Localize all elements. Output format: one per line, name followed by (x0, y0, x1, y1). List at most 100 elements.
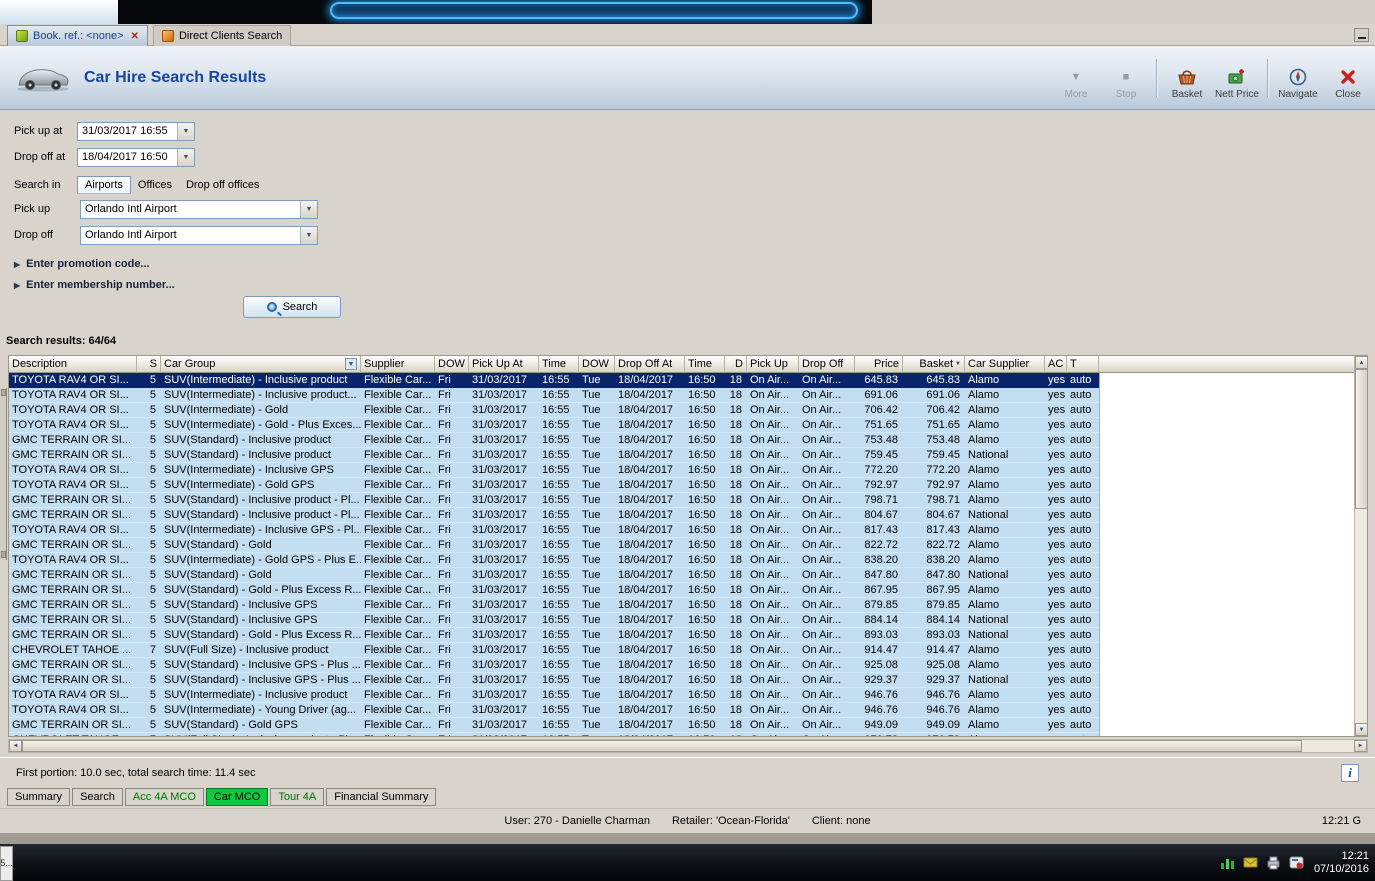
column-header-ac[interactable]: AC (1045, 356, 1067, 373)
background-scrollbar-bottom-nub[interactable] (1, 551, 6, 558)
basket-button[interactable]: Basket (1162, 52, 1212, 104)
table-row[interactable]: GMC TERRAIN OR SI... 5 SUV(Standard) - Inc… (9, 673, 1355, 688)
nett-price-button[interactable]: Nett Price (1212, 52, 1262, 104)
scroll-down-icon[interactable]: ▼ (1355, 723, 1368, 736)
tray-printer-icon[interactable] (1266, 855, 1281, 870)
column-header-dropoff_loc[interactable]: Drop Off (799, 356, 855, 373)
taskbar-left-button[interactable]: 5... (0, 845, 13, 881)
vertical-scrollbar[interactable]: ▲ ▼ (1354, 356, 1368, 736)
table-row[interactable]: TOYOTA RAV4 OR SI... 5 SUV(Intermediate) -… (9, 418, 1355, 433)
table-row[interactable]: GMC TERRAIN OR SI... 5 SUV(Standard) - Inc… (9, 433, 1355, 448)
table-row[interactable]: TOYOTA RAV4 OR SI... 5 SUV(Intermediate) -… (9, 403, 1355, 418)
minimize-icon (1357, 37, 1366, 39)
table-row[interactable]: GMC TERRAIN OR SI... 5 SUV(Standard) - Inc… (9, 448, 1355, 463)
column-header-car_group[interactable]: Car Group ▼ (161, 356, 361, 373)
table-row[interactable]: GMC TERRAIN OR SI... 5 SUV(Standard) - Gol… (9, 628, 1355, 643)
tab-tour-4a[interactable]: Tour 4A (270, 788, 325, 806)
tab-close-icon[interactable]: ✕ (131, 31, 139, 42)
table-row[interactable]: TOYOTA RAV4 OR SI... 5 SUV(Intermediate) -… (9, 463, 1355, 478)
scroll-left-icon[interactable]: ◄ (9, 740, 22, 752)
dropdown-arrow-icon[interactable]: ▼ (177, 122, 194, 140)
table-row[interactable]: GMC TERRAIN OR SI... 5 SUV(Standard) - Inc… (9, 598, 1355, 613)
dropoff-at-combo[interactable]: 18/04/2017 16:50 ▼ (77, 147, 195, 167)
navigate-button[interactable]: Navigate (1273, 52, 1323, 104)
vertical-scroll-thumb[interactable] (1355, 369, 1368, 509)
tab-acc-4a-mco[interactable]: Acc 4A MCO (124, 788, 204, 806)
table-row[interactable]: TOYOTA RAV4 OR SI... 5 SUV(Intermediate) -… (9, 703, 1355, 718)
tray-input-icon[interactable] (1289, 855, 1304, 870)
background-scrollbar-top-nub[interactable] (1, 389, 6, 396)
cell-s: 5 (137, 478, 161, 493)
table-row[interactable]: GMC TERRAIN OR SI... 5 SUV(Standard) - Inc… (9, 658, 1355, 673)
tab-financial-summary[interactable]: Financial Summary (326, 788, 437, 806)
table-row[interactable]: TOYOTA RAV4 OR SI... 5 SUV(Intermediate) -… (9, 373, 1355, 388)
search-button[interactable]: Search (243, 296, 341, 318)
table-row[interactable]: TOYOTA RAV4 OR SI... 5 SUV(Intermediate) -… (9, 688, 1355, 703)
row-filler (1099, 658, 1355, 673)
table-row[interactable]: GMC TERRAIN OR SI... 5 SUV(Standard) - Gol… (9, 538, 1355, 553)
table-row[interactable]: TOYOTA RAV4 OR SI... 5 SUV(Intermediate) -… (9, 553, 1355, 568)
cell-supplier: Flexible Car... (361, 373, 435, 388)
horizontal-scroll-thumb[interactable] (22, 740, 1302, 752)
column-header-basket[interactable]: Basket ▼ (903, 356, 965, 373)
column-header-car_supplier[interactable]: Car Supplier (965, 356, 1045, 373)
scroll-right-icon[interactable]: ► (1354, 740, 1367, 752)
pickup-at-combo[interactable]: 31/03/2017 16:55 ▼ (77, 121, 195, 141)
table-row[interactable]: GMC TERRAIN OR SI... 5 SUV(Standard) - Inc… (9, 613, 1355, 628)
tab-search[interactable]: Search (72, 788, 123, 806)
filter-icon[interactable]: ▼ (345, 358, 357, 370)
column-header-price[interactable]: Price (855, 356, 903, 373)
table-row[interactable]: GMC TERRAIN OR SI... 5 SUV(Standard) - Gol… (9, 568, 1355, 583)
info-button[interactable]: i (1341, 763, 1359, 782)
tab-summary[interactable]: Summary (7, 788, 71, 806)
tab-car-mco[interactable]: Car MCO (205, 788, 269, 806)
table-row[interactable]: CHEVROLET TAHOE ...7SUV(Full Size) - Inc… (9, 733, 1355, 736)
taskbar-clock[interactable]: 12:21 07/10/2016 (1314, 850, 1369, 876)
column-header-s[interactable]: S (137, 356, 161, 373)
background-scrollbar[interactable] (0, 388, 7, 560)
column-header-pickup_time[interactable]: Time (539, 356, 579, 373)
close-button[interactable]: Close (1323, 52, 1373, 104)
tray-chart-icon[interactable] (1220, 855, 1235, 870)
cell-pickup_loc: On Air... (747, 703, 799, 718)
column-header-dow1[interactable]: DOW (435, 356, 469, 373)
column-header-supplier[interactable]: Supplier (361, 356, 435, 373)
tab-booking-ref[interactable]: Book. ref.: <none> ✕ (7, 25, 148, 46)
dropdown-arrow-icon[interactable]: ▼ (177, 148, 194, 166)
table-row[interactable]: GMC TERRAIN OR SI... 5 SUV(Standard) - Gol… (9, 718, 1355, 733)
column-header-dropoff_time[interactable]: Time (685, 356, 725, 373)
cell-pickup_time: 16:55 (539, 688, 579, 703)
membership-number-expander[interactable]: ▶ Enter membership number... (14, 275, 175, 295)
dropoff-combo[interactable]: Orlando Intl Airport ▼ (80, 225, 318, 245)
tab-direct-clients-search[interactable]: Direct Clients Search (152, 25, 292, 46)
cell-dow2: Tue (579, 673, 615, 688)
horizontal-scrollbar[interactable]: ◄ ► (8, 739, 1368, 753)
table-row[interactable]: GMC TERRAIN OR SI... 5 SUV(Standard) - Inc… (9, 493, 1355, 508)
column-header-description[interactable]: Description (9, 356, 137, 373)
pickup-combo[interactable]: Orlando Intl Airport ▼ (80, 199, 318, 219)
column-header-pickup_loc[interactable]: Pick Up (747, 356, 799, 373)
column-header-dropoff_date[interactable]: Drop Off At (615, 356, 685, 373)
table-row[interactable]: TOYOTA RAV4 OR SI... 5 SUV(Intermediate) -… (9, 523, 1355, 538)
search-in-tab-dropoff-offices[interactable]: Drop off offices (179, 177, 267, 193)
search-in-tab-offices[interactable]: Offices (131, 177, 179, 193)
table-row[interactable]: TOYOTA RAV4 OR SI... 5 SUV(Intermediate) -… (9, 478, 1355, 493)
table-row[interactable]: GMC TERRAIN OR SI... 5 SUV(Standard) - Gol… (9, 583, 1355, 598)
minimize-button[interactable] (1354, 28, 1369, 42)
column-header-dow2[interactable]: DOW (579, 356, 615, 373)
cell-pickup_time: 16:55 (539, 463, 579, 478)
scroll-up-icon[interactable]: ▲ (1355, 356, 1368, 369)
cell-d: 18 (725, 493, 747, 508)
table-row[interactable]: TOYOTA RAV4 OR SI... 5 SUV(Intermediate) -… (9, 388, 1355, 403)
dropdown-arrow-icon[interactable]: ▼ (300, 200, 317, 218)
table-row[interactable]: CHEVROLET TAHOE ...7SUV(Full Size) - Inc… (9, 643, 1355, 658)
cell-dropoff_loc: On Air... (799, 388, 855, 403)
table-row[interactable]: GMC TERRAIN OR SI... 5 SUV(Standard) - Inc… (9, 508, 1355, 523)
promotion-code-expander[interactable]: ▶ Enter promotion code... (14, 254, 150, 274)
column-header-pickup_date[interactable]: Pick Up At (469, 356, 539, 373)
column-header-d[interactable]: D (725, 356, 747, 373)
search-in-tab-airports[interactable]: Airports (77, 176, 131, 194)
column-header-t[interactable]: T (1067, 356, 1099, 373)
tray-mail-icon[interactable] (1243, 855, 1258, 870)
dropdown-arrow-icon[interactable]: ▼ (300, 226, 317, 244)
